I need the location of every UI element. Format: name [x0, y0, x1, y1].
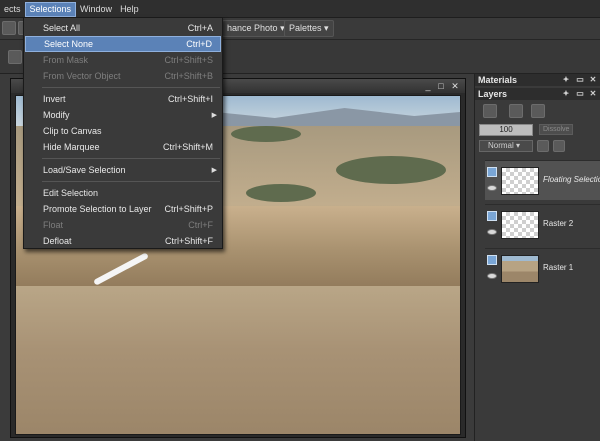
menu-item-modify[interactable]: Modify ▶ [25, 107, 221, 123]
menu-item-shortcut: Ctrl+Shift+F [164, 236, 213, 246]
menu-item-label: Promote Selection to Layer [43, 204, 152, 214]
layer-thumbnail [501, 211, 539, 239]
visibility-eye-icon[interactable] [487, 229, 497, 235]
chevron-down-icon: ▾ [516, 141, 521, 150]
menu-item-shortcut: Ctrl+F [188, 220, 213, 230]
open-icon[interactable] [2, 21, 16, 35]
submenu-arrow-icon: ▶ [211, 112, 217, 119]
close-icon[interactable]: ✕ [588, 74, 598, 86]
layer-name: Raster 2 [543, 219, 574, 228]
layer-thumbnail [501, 167, 539, 195]
menu-item-label: Hide Marquee [43, 142, 100, 152]
close-icon[interactable]: ✕ [588, 88, 598, 100]
menu-window[interactable]: Window [76, 0, 116, 18]
menu-item-shortcut: Ctrl+A [187, 23, 213, 33]
menu-item-invert[interactable]: Invert Ctrl+Shift+I [25, 91, 221, 107]
menu-item-shortcut: Ctrl+Shift+B [164, 71, 213, 81]
menu-item-label: Clip to Canvas [43, 126, 102, 136]
blend-mode-dim-control: Dissolve [539, 124, 574, 135]
menu-item-label: Edit Selection [43, 188, 99, 198]
layer-name: Raster 1 [543, 263, 574, 272]
selection-tool-icon[interactable] [8, 50, 22, 64]
lock-icon[interactable] [537, 140, 549, 152]
menu-item-clip-to-canvas[interactable]: Clip to Canvas [25, 123, 221, 139]
menu-item-defloat[interactable]: Defloat Ctrl+Shift+F [25, 233, 221, 249]
visibility-eye-icon[interactable] [487, 185, 497, 191]
palettes-button[interactable]: Palettes ▾ [284, 20, 334, 37]
menu-item-label: Modify [43, 110, 70, 120]
new-layer-icon[interactable] [483, 104, 497, 118]
menu-item-from-mask: From Mask Ctrl+Shift+S [25, 52, 221, 68]
menu-item-float: Float Ctrl+F [25, 217, 221, 233]
photo-ground [16, 286, 460, 434]
menu-item-load-save-selection[interactable]: Load/Save Selection ▶ [25, 162, 221, 178]
blend-mode-select[interactable]: Normal ▾ [479, 140, 533, 152]
submenu-arrow-icon: ▶ [211, 167, 217, 174]
menu-item-label: Float [43, 220, 64, 230]
blend-mode-label: Normal [488, 141, 514, 150]
menu-item-label: From Mask [43, 55, 88, 65]
menu-bar: ects Selections Window Help [0, 0, 600, 18]
menu-item-label: Load/Save Selection [43, 165, 126, 175]
layers-panel-title[interactable]: Layers ✦ ▭ ✕ [475, 88, 600, 100]
layer-row-raster-2[interactable]: Raster 2 [485, 204, 600, 244]
menu-selections[interactable]: Selections [24, 1, 77, 17]
layer-row-raster-1[interactable]: Raster 1 [485, 248, 600, 288]
palettes-label: Palettes [289, 23, 322, 33]
menu-item-shortcut: Ctrl+Shift+S [164, 55, 213, 65]
visibility-eye-icon[interactable] [487, 273, 497, 279]
restore-icon[interactable]: ▭ [575, 74, 585, 86]
pin-icon[interactable]: ✦ [561, 88, 571, 100]
layer-type-icon [487, 211, 497, 221]
menu-item-edit-selection[interactable]: Edit Selection [25, 185, 221, 201]
menu-item-select-none[interactable]: Select None Ctrl+D [25, 36, 221, 52]
menu-help[interactable]: Help [116, 0, 143, 18]
layer-type-icon [487, 255, 497, 265]
menu-item-shortcut: Ctrl+D [186, 39, 212, 49]
menu-item-shortcut: Ctrl+Shift+P [164, 204, 213, 214]
right-panel-area: Materials ✦ ▭ ✕ Layers ✦ ▭ ✕ 100 Dissolv… [474, 74, 600, 441]
materials-title-text: Materials [478, 75, 518, 85]
menu-item-shortcut: Ctrl+Shift+M [162, 142, 213, 152]
link-icon[interactable] [553, 140, 565, 152]
layers-title-text: Layers [478, 89, 508, 99]
layer-type-icon [487, 167, 497, 177]
enhance-photo-label: hance Photo [227, 23, 278, 33]
menu-item-hide-marquee[interactable]: Hide Marquee Ctrl+Shift+M [25, 139, 221, 155]
restore-icon[interactable]: ▭ [575, 88, 585, 100]
selections-menu: Select All Ctrl+A Select None Ctrl+D Fro… [23, 17, 223, 249]
photo-bush [231, 126, 301, 142]
layer-thumbnail [501, 255, 539, 283]
menu-item-label: Invert [43, 94, 66, 104]
chevron-down-icon: ▾ [324, 23, 329, 33]
photo-bush [246, 184, 316, 202]
layer-options-icon[interactable] [531, 104, 545, 118]
layer-row-floating-selection[interactable]: Floating Selection [485, 160, 600, 200]
menu-item-select-all[interactable]: Select All Ctrl+A [25, 20, 221, 36]
close-icon[interactable]: ✕ [450, 81, 460, 91]
menu-item-label: From Vector Object [43, 71, 121, 81]
menu-item-shortcut: Ctrl+Shift+I [167, 94, 213, 104]
menu-separator [42, 158, 220, 159]
minimize-icon[interactable]: _ [423, 81, 433, 91]
menu-item-label: Defloat [43, 236, 72, 246]
menu-effects[interactable]: ects [0, 0, 25, 18]
delete-layer-icon[interactable] [509, 104, 523, 118]
enhance-photo-button[interactable]: hance Photo ▾ [222, 20, 290, 37]
menu-separator [42, 181, 220, 182]
menu-item-label: Select All [43, 23, 81, 33]
layer-name: Floating Selection [543, 175, 600, 184]
materials-panel-title[interactable]: Materials ✦ ▭ ✕ [475, 74, 600, 86]
maximize-icon[interactable]: □ [436, 81, 446, 91]
menu-item-promote-selection[interactable]: Promote Selection to Layer Ctrl+Shift+P [25, 201, 221, 217]
menu-item-label: Select None [44, 39, 94, 49]
layer-opacity-field[interactable]: 100 [479, 124, 533, 136]
menu-item-from-vector-object: From Vector Object Ctrl+Shift+B [25, 68, 221, 84]
menu-separator [42, 87, 220, 88]
pin-icon[interactable]: ✦ [561, 74, 571, 86]
photo-bush [336, 156, 446, 184]
